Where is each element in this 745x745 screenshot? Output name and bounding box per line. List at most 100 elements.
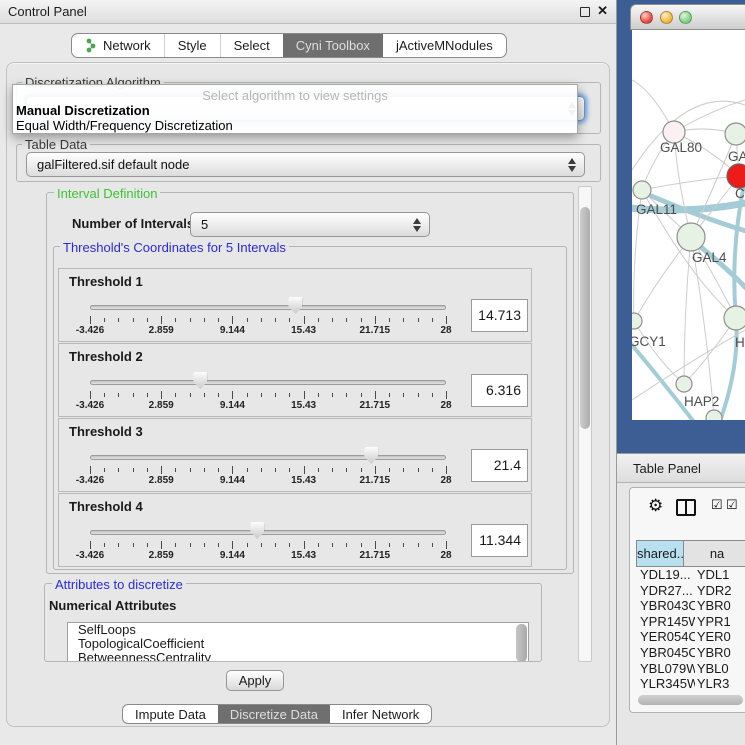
column-header-name[interactable]: na xyxy=(683,541,745,566)
cell[interactable]: YPR145W xyxy=(636,614,695,630)
numerical-attributes-list[interactable]: SelfLoops TopologicalCoefficient Between… xyxy=(67,622,529,662)
table-header-row: shared... na xyxy=(636,540,745,567)
threshold-4-value[interactable]: 11.344 xyxy=(471,524,528,557)
tick-label: 15.43 xyxy=(291,550,316,561)
slider-thumb[interactable] xyxy=(250,522,264,539)
node-gal4[interactable] xyxy=(677,223,705,251)
checkbox-icon[interactable]: ☑ xyxy=(711,497,723,513)
threshold-3-panel: Threshold 3 -3.426 2.859 9.144 15.43 21.… xyxy=(58,418,532,492)
node-hap2[interactable] xyxy=(676,376,692,392)
table-row[interactable]: YBR045CYBR0 xyxy=(636,645,745,661)
node-attribute-table[interactable]: shared... na YDL19...YDL1 YDR27...YDR2 Y… xyxy=(636,540,745,694)
table-row[interactable]: YIL053CYIL0 xyxy=(636,692,745,694)
tab-impute-data[interactable]: Impute Data xyxy=(123,705,218,723)
table-row[interactable]: YBR043CYBR0 xyxy=(636,598,745,614)
slider-thumb[interactable] xyxy=(364,447,378,464)
node-gcy1[interactable] xyxy=(632,313,642,329)
cell[interactable]: YBR0 xyxy=(695,645,745,661)
node-label-partial-c: C xyxy=(735,186,745,201)
tick-label: 2.859 xyxy=(149,325,174,336)
table-row[interactable]: YBL079WYBL0 xyxy=(636,661,745,677)
close-traffic-light[interactable] xyxy=(640,11,653,24)
zoom-traffic-light[interactable] xyxy=(679,11,692,24)
close-icon[interactable]: ✕ xyxy=(597,3,608,19)
cell[interactable]: YPR1 xyxy=(695,614,745,630)
cell[interactable]: YBL079W xyxy=(636,661,695,677)
list-scrollbar[interactable] xyxy=(516,624,527,662)
node-selected-red[interactable] xyxy=(727,164,745,188)
column-header-shared-name[interactable]: shared... xyxy=(636,541,683,566)
node-label-gal80: GAL80 xyxy=(660,140,702,155)
number-of-intervals-combobox[interactable]: 5 xyxy=(190,212,430,237)
threshold-2-value[interactable]: 6.316 xyxy=(471,374,528,407)
node-h[interactable] xyxy=(724,306,745,330)
tab-cyni-toolbox[interactable]: Cyni Toolbox xyxy=(283,34,383,57)
table-row[interactable]: YER054CYER0 xyxy=(636,629,745,645)
threshold-1-slider[interactable]: -3.426 2.859 9.144 15.43 21.715 28 xyxy=(90,297,446,341)
column-layout-icon[interactable] xyxy=(676,499,696,516)
slider-thumb[interactable] xyxy=(288,297,302,314)
slider-track[interactable] xyxy=(90,380,446,385)
slider-track[interactable] xyxy=(90,530,446,535)
slider-track[interactable] xyxy=(90,305,446,310)
list-item[interactable]: BetweennessCentrality xyxy=(68,651,528,662)
tab-style[interactable]: Style xyxy=(164,34,220,57)
node-top-right[interactable] xyxy=(725,123,745,145)
node-label-hap2: HAP2 xyxy=(684,394,719,409)
table-row[interactable]: YLR345WYLR3 xyxy=(636,676,745,692)
popup-item-equal-width-frequency[interactable]: Equal Width/Frequency Discretization xyxy=(16,118,233,133)
apply-button[interactable]: Apply xyxy=(226,670,284,691)
cell[interactable]: YDL19... xyxy=(636,567,695,583)
slider-ticks xyxy=(90,541,446,549)
tab-discretize-data[interactable]: Discretize Data xyxy=(218,705,330,723)
table-data-combobox[interactable]: galFiltered.sif default node xyxy=(26,152,585,177)
table-row[interactable]: YDR27...YDR2 xyxy=(636,583,745,599)
threshold-3-value[interactable]: 21.4 xyxy=(471,449,528,482)
panel-scrollbar[interactable] xyxy=(578,186,592,662)
threshold-3-slider[interactable]: -3.426 2.859 9.144 15.43 21.715 28 xyxy=(90,447,446,491)
cell[interactable]: YER0 xyxy=(695,629,745,645)
cell[interactable]: YDR2 xyxy=(695,583,745,599)
tab-select[interactable]: Select xyxy=(220,34,283,57)
node-bottom[interactable] xyxy=(706,410,722,420)
cell[interactable]: YBR043C xyxy=(636,598,695,614)
cell[interactable]: YDL1 xyxy=(695,567,745,583)
network-view-canvas[interactable]: GAL80 GA C GAL11 GAL4 GCY1 H HAP2 xyxy=(632,30,745,420)
cell[interactable]: YBL0 xyxy=(695,661,745,677)
interval-definition-legend: Interval Definition xyxy=(54,186,160,201)
table-row[interactable]: YDL19...YDL1 xyxy=(636,567,745,583)
scrollbar-thumb[interactable] xyxy=(580,207,590,429)
float-window-icon[interactable] xyxy=(580,7,590,17)
tab-infer-network[interactable]: Infer Network xyxy=(330,705,431,723)
tab-jactivemnodules[interactable]: jActiveMNodules xyxy=(383,34,506,57)
threshold-1-label: Threshold 1 xyxy=(69,274,143,289)
threshold-4-slider[interactable]: -3.426 2.859 9.144 15.43 21.715 28 xyxy=(90,522,446,566)
cell[interactable]: YBR0 xyxy=(695,598,745,614)
threshold-2-slider[interactable]: -3.426 2.859 9.144 15.43 21.715 28 xyxy=(90,372,446,416)
checkbox-icon[interactable]: ☑ xyxy=(726,497,738,513)
table-row[interactable]: YPR145WYPR1 xyxy=(636,614,745,630)
list-item[interactable]: SelfLoops xyxy=(68,623,528,637)
table-data-value: galFiltered.sif default node xyxy=(37,157,189,172)
minimize-traffic-light[interactable] xyxy=(660,11,673,24)
cell[interactable]: YIL053C xyxy=(636,692,695,694)
table-panel-titlebar: Table Panel xyxy=(617,453,745,483)
threshold-1-value[interactable]: 14.713 xyxy=(471,299,528,332)
cell[interactable]: YIL0 xyxy=(695,692,745,694)
cell[interactable]: YBR045C xyxy=(636,645,695,661)
scrollbar-thumb[interactable] xyxy=(638,695,743,705)
cell[interactable]: YLR345W xyxy=(636,676,695,692)
table-horizontal-scrollbar[interactable] xyxy=(638,695,743,705)
tab-network[interactable]: Network xyxy=(72,34,164,57)
node-gal11[interactable] xyxy=(633,181,651,199)
cell[interactable]: YDR27... xyxy=(636,583,695,599)
cell[interactable]: YER054C xyxy=(636,629,695,645)
popup-item-manual-discretization[interactable]: Manual Discretization xyxy=(16,103,150,118)
network-window-titlebar[interactable] xyxy=(630,4,745,30)
list-item[interactable]: TopologicalCoefficient xyxy=(68,637,528,651)
slider-track[interactable] xyxy=(90,455,446,460)
cell[interactable]: YLR3 xyxy=(695,676,745,692)
slider-thumb[interactable] xyxy=(193,372,207,389)
control-panel-title: Control Panel xyxy=(8,4,87,19)
gear-icon[interactable]: ⚙ xyxy=(648,496,663,516)
